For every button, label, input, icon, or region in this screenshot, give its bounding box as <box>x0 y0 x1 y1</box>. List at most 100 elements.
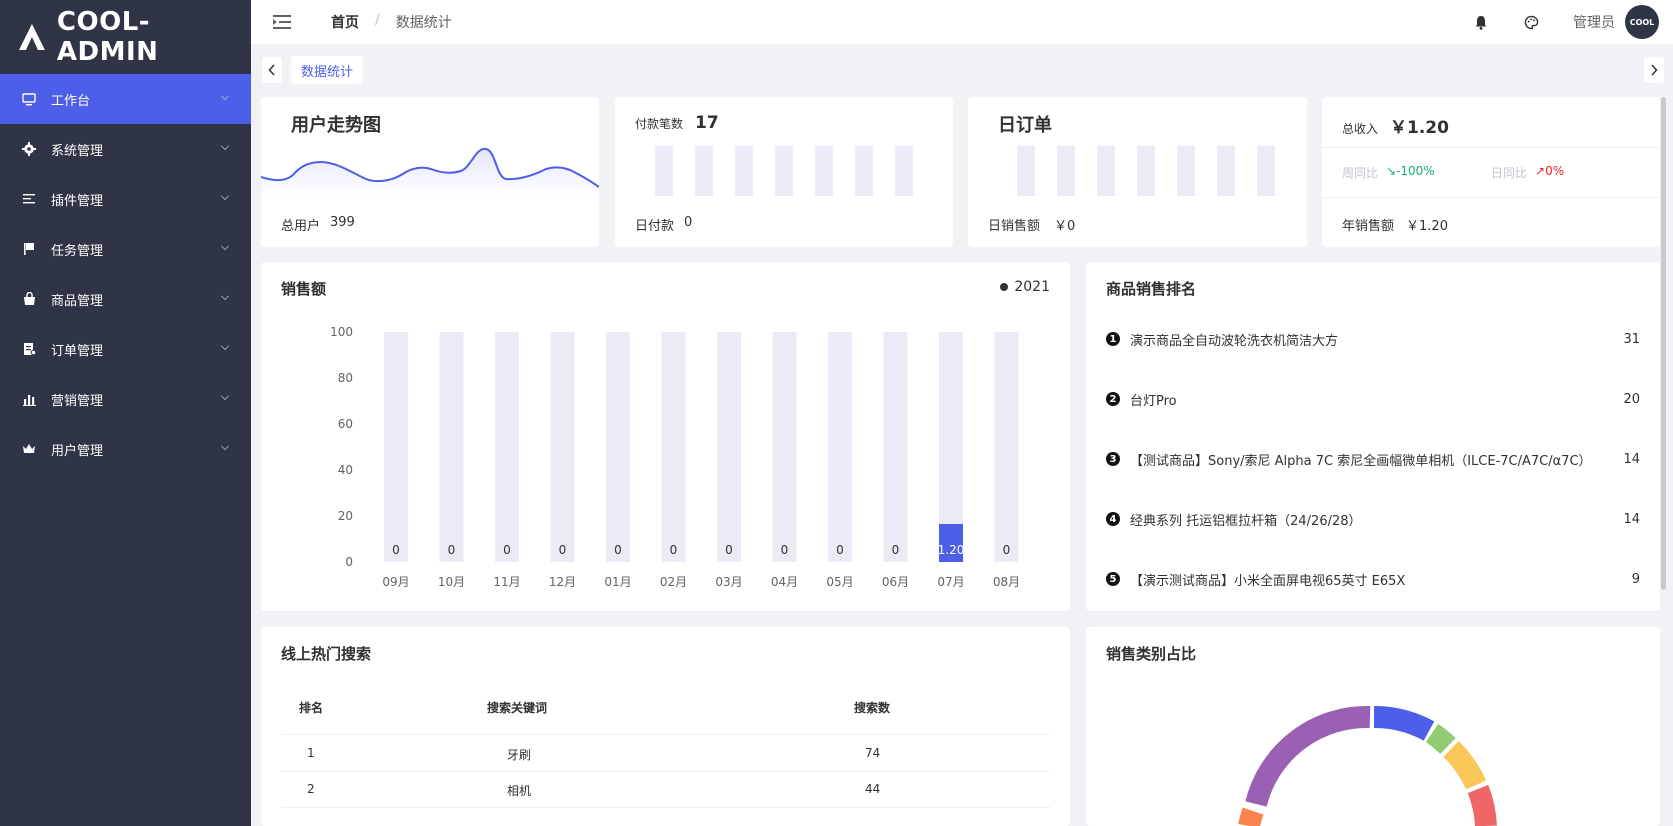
y-tick-label: 60 <box>338 417 353 431</box>
x-tick-label: 01月 <box>604 575 631 589</box>
sidebar-item-label: 系统管理 <box>51 143 104 159</box>
crown-icon <box>21 441 37 457</box>
bar-value-label: 0 <box>1003 543 1011 557</box>
row-count: 74 <box>865 746 881 760</box>
chevron-down-icon <box>221 292 229 300</box>
palette-icon[interactable] <box>1523 14 1539 30</box>
table-row[interactable]: 1 牙刷 74 <box>281 736 1050 772</box>
x-tick-label: 08月 <box>993 575 1020 589</box>
mini-bar <box>1217 146 1235 196</box>
table-row[interactable]: 2 相机 44 <box>281 772 1050 808</box>
bar-value-label: 0 <box>892 543 900 557</box>
tab-data-statistics[interactable]: 数据统计 <box>291 56 364 84</box>
user-trend-sparkline <box>261 147 599 197</box>
donut-segment-orange <box>1238 807 1264 826</box>
bar-value-label: 0 <box>725 543 733 557</box>
sidebar-item-7[interactable]: 用户管理 <box>0 424 251 474</box>
bar-value-label: 1.20 <box>938 543 965 557</box>
flag-icon <box>21 241 37 257</box>
day-compare-label: 日同比 <box>1491 166 1528 180</box>
bar-chart-icon <box>21 391 37 407</box>
page-scrollbar[interactable] <box>1661 97 1666 590</box>
daily-orders-title: 日订单 <box>998 115 1052 136</box>
x-tick-label: 12月 <box>549 575 576 589</box>
tabs-scroll-right-icon[interactable] <box>1644 57 1664 83</box>
ranking-card: 商品销售排名 1 演示商品全自动波轮洗衣机简洁大方 31 2 台灯Pro 20 3 【测试商品… <box>1086 262 1660 611</box>
avatar[interactable]: COOL <box>1625 5 1659 39</box>
bar-value-label: 0 <box>448 543 456 557</box>
rank-badge: 1 <box>1106 332 1120 346</box>
collapse-menu-icon[interactable] <box>273 15 291 29</box>
y-tick-label: 40 <box>338 463 353 477</box>
hot-search-title: 线上热门搜索 <box>281 645 372 663</box>
y-tick-label: 0 <box>345 555 353 569</box>
x-tick-label: 09月 <box>382 575 409 589</box>
ranking-item[interactable]: 3 【测试商品】Sony/索尼 Alpha 7C 索尼全画幅微单相机（ILCE-7… <box>1106 449 1640 469</box>
rank-badge: 3 <box>1106 452 1120 466</box>
ranking-item[interactable]: 4 经典系列 托运铝框拉杆箱（24/26/28） 14 <box>1106 509 1640 529</box>
daily-payment-label: 日付款 <box>635 219 675 234</box>
payments-mini-chart <box>655 146 935 196</box>
annual-sales-value: ￥1.20 <box>1406 219 1448 234</box>
sales-bar-chart: 100 80 60 40 20 0 0 09月 0 10月 0 11月 0 12月 0 01月 0 02月 0 03月… <box>330 325 1020 589</box>
bell-icon[interactable] <box>1473 14 1489 30</box>
ranking-item[interactable]: 1 演示商品全自动波轮洗衣机简洁大方 31 <box>1106 329 1640 349</box>
sidebar-item-1[interactable]: 系统管理 <box>0 124 251 174</box>
bar-track <box>550 332 575 562</box>
y-tick-label: 80 <box>338 371 353 385</box>
ranking-item-name: 台灯Pro <box>1130 393 1177 409</box>
username[interactable]: 管理员 <box>1573 12 1615 32</box>
top-bar: 首页 / 数据统计 管理员 COOL <box>251 0 1673 44</box>
sidebar-item-0[interactable]: 工作台 <box>0 74 251 124</box>
chevron-down-icon <box>221 342 229 350</box>
mini-bar <box>775 146 793 196</box>
ranking-item-name: 【演示测试商品】小米全面屏电视65英寸 E65X <box>1130 573 1406 589</box>
chevron-down-icon <box>221 392 229 400</box>
header-count: 搜索数 <box>854 701 891 715</box>
sidebar-item-6[interactable]: 营销管理 <box>0 374 251 424</box>
sales-card: 销售额 2021 100 80 60 40 20 0 0 09月 0 10月 0 11月 0 12月 0 01… <box>261 262 1070 611</box>
daily-sales: 日销售额 ￥0 <box>988 215 1075 234</box>
donut-segment-yellow <box>1443 741 1487 790</box>
ranking-item[interactable]: 5 【演示测试商品】小米全面屏电视65英寸 E65X 9 <box>1106 569 1640 589</box>
x-tick-label: 05月 <box>826 575 853 589</box>
row-keyword: 相机 <box>507 784 532 798</box>
chevron-down-icon <box>221 442 229 450</box>
user-total-label: 总用户 <box>281 219 321 234</box>
sidebar-item-2[interactable]: 插件管理 <box>0 174 251 224</box>
bar-track <box>384 332 408 562</box>
ranking-item-count: 14 <box>1623 511 1640 527</box>
user-trend-card: 用户走势图 总用户 399 <box>261 97 599 247</box>
bar-track <box>883 332 908 562</box>
ranking-item-name: 演示商品全自动波轮洗衣机简洁大方 <box>1130 333 1339 349</box>
mini-bar <box>1177 146 1195 196</box>
ranking-title: 商品销售排名 <box>1106 280 1197 298</box>
rank-badge: 5 <box>1106 572 1120 586</box>
x-tick-label: 02月 <box>660 575 687 589</box>
bar-track <box>439 332 464 562</box>
tabs-bar: 数据统计 <box>251 44 1673 94</box>
mini-bar <box>1017 146 1035 196</box>
monitor-icon <box>21 91 37 107</box>
gear-icon <box>21 141 37 157</box>
breadcrumb-home[interactable]: 首页 <box>331 12 359 32</box>
ranking-item-count: 9 <box>1631 571 1640 587</box>
sidebar-item-4[interactable]: 商品管理 <box>0 274 251 324</box>
sidebar-item-3[interactable]: 任务管理 <box>0 224 251 274</box>
tabs-scroll-left-icon[interactable] <box>262 57 282 83</box>
user-total: 总用户 399 <box>281 215 355 234</box>
donut-segment-green <box>1425 723 1456 755</box>
logo[interactable]: COOL-ADMIN <box>0 0 251 74</box>
bar-value-label: 0 <box>559 543 567 557</box>
breadcrumb-current: 数据统计 <box>395 15 452 31</box>
mini-bar <box>655 146 673 196</box>
x-tick-label: 10月 <box>438 575 465 589</box>
ranking-item[interactable]: 2 台灯Pro 20 <box>1106 389 1640 409</box>
sidebar-item-5[interactable]: 订单管理 <box>0 324 251 374</box>
mini-bar <box>695 146 713 196</box>
y-tick-label: 20 <box>338 509 353 523</box>
revenue-label: 总收入 <box>1342 122 1379 136</box>
row-keyword: 牙刷 <box>507 748 532 762</box>
bar-track <box>994 332 1019 562</box>
bar-track <box>606 332 630 562</box>
